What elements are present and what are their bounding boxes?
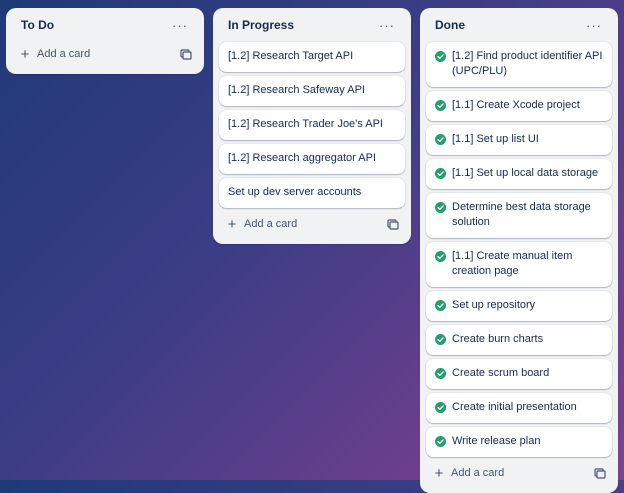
check-circle-icon bbox=[435, 368, 446, 379]
list-to-do: To Do ··· + Add a card bbox=[6, 8, 204, 74]
card-template-icon[interactable] bbox=[387, 218, 399, 230]
card[interactable]: Set up dev server accounts bbox=[219, 178, 405, 208]
plus-icon: + bbox=[227, 215, 237, 233]
card-title: [1.2] Research aggregator API bbox=[228, 152, 376, 164]
card-title: Create scrum board bbox=[452, 367, 550, 379]
check-circle-icon bbox=[435, 334, 446, 345]
card-template-icon[interactable] bbox=[180, 48, 192, 60]
list-header: Done ··· bbox=[426, 8, 612, 42]
card[interactable]: [1.2] Research Trader Joe's API bbox=[219, 110, 405, 140]
card[interactable]: Create scrum board bbox=[426, 359, 612, 389]
add-card-row: + Add a card bbox=[12, 40, 198, 68]
card-title: [1.1] Set up list UI bbox=[452, 133, 539, 145]
card-title: [1.2] Research Safeway API bbox=[228, 84, 365, 96]
list-title[interactable]: In Progress bbox=[228, 18, 294, 32]
list-title[interactable]: Done bbox=[435, 18, 465, 32]
check-circle-icon bbox=[435, 436, 446, 447]
check-circle-icon bbox=[435, 134, 446, 145]
check-circle-icon bbox=[435, 300, 446, 311]
card-title: [1.2] Find product identifier API (UPC/P… bbox=[452, 50, 603, 77]
card[interactable]: [1.2] Research Target API bbox=[219, 42, 405, 72]
plus-icon: + bbox=[434, 464, 444, 482]
card-title: [1.2] Research Target API bbox=[228, 50, 354, 62]
add-card-label: Add a card bbox=[244, 218, 298, 230]
plus-icon: + bbox=[20, 45, 30, 63]
card[interactable]: [1.1] Set up list UI bbox=[426, 125, 612, 155]
add-card-button[interactable]: + Add a card bbox=[433, 464, 505, 482]
card[interactable]: [1.2] Research Safeway API bbox=[219, 76, 405, 106]
list-menu-button[interactable]: ··· bbox=[375, 17, 399, 34]
card-title: [1.1] Set up local data storage bbox=[452, 167, 599, 179]
list-menu-button[interactable]: ··· bbox=[168, 17, 192, 34]
check-circle-icon bbox=[435, 402, 446, 413]
list-header: To Do ··· bbox=[12, 8, 198, 42]
check-circle-icon bbox=[435, 251, 446, 262]
check-circle-icon bbox=[435, 168, 446, 179]
card[interactable]: Create burn charts bbox=[426, 325, 612, 355]
card[interactable]: Write release plan bbox=[426, 427, 612, 457]
add-card-button[interactable]: + Add a card bbox=[19, 45, 91, 63]
check-circle-icon bbox=[435, 51, 446, 62]
add-card-label: Add a card bbox=[451, 467, 505, 479]
add-card-row: + Add a card bbox=[219, 210, 405, 238]
check-circle-icon bbox=[435, 202, 446, 213]
add-card-row: + Add a card bbox=[426, 459, 612, 487]
card[interactable]: [1.2] Research aggregator API bbox=[219, 144, 405, 174]
card-title: [1.1] Create manual item creation page bbox=[452, 250, 573, 277]
card[interactable]: [1.1] Create Xcode project bbox=[426, 91, 612, 121]
card[interactable]: [1.1] Set up local data storage bbox=[426, 159, 612, 189]
card-template-icon[interactable] bbox=[594, 467, 606, 479]
list-in-progress: In Progress ··· [1.2] Research Target AP… bbox=[213, 8, 411, 244]
check-circle-icon bbox=[435, 100, 446, 111]
add-card-button[interactable]: + Add a card bbox=[226, 215, 298, 233]
card-list: [1.2] Find product identifier API (UPC/P… bbox=[426, 42, 612, 457]
card[interactable]: [1.2] Find product identifier API (UPC/P… bbox=[426, 42, 612, 87]
card[interactable]: Create initial presentation bbox=[426, 393, 612, 423]
card-title: Create burn charts bbox=[452, 333, 544, 345]
add-card-label: Add a card bbox=[37, 48, 91, 60]
card[interactable]: Determine best data storage solution bbox=[426, 193, 612, 238]
card-title: Write release plan bbox=[452, 435, 541, 447]
list-title[interactable]: To Do bbox=[21, 18, 54, 32]
card-title: Create initial presentation bbox=[452, 401, 577, 413]
card-title: Determine best data storage solution bbox=[452, 201, 591, 228]
card-list: [1.2] Research Target API [1.2] Research… bbox=[219, 42, 405, 208]
card-title: [1.2] Research Trader Joe's API bbox=[228, 118, 383, 130]
card-title: [1.1] Create Xcode project bbox=[452, 99, 580, 111]
card-title: Set up repository bbox=[452, 299, 536, 311]
card-title: Set up dev server accounts bbox=[228, 186, 362, 198]
card[interactable]: Set up repository bbox=[426, 291, 612, 321]
list-done: Done ··· [1.2] Find product identifier A… bbox=[420, 8, 618, 493]
list-menu-button[interactable]: ··· bbox=[582, 17, 606, 34]
card[interactable]: [1.1] Create manual item creation page bbox=[426, 242, 612, 287]
list-header: In Progress ··· bbox=[219, 8, 405, 42]
